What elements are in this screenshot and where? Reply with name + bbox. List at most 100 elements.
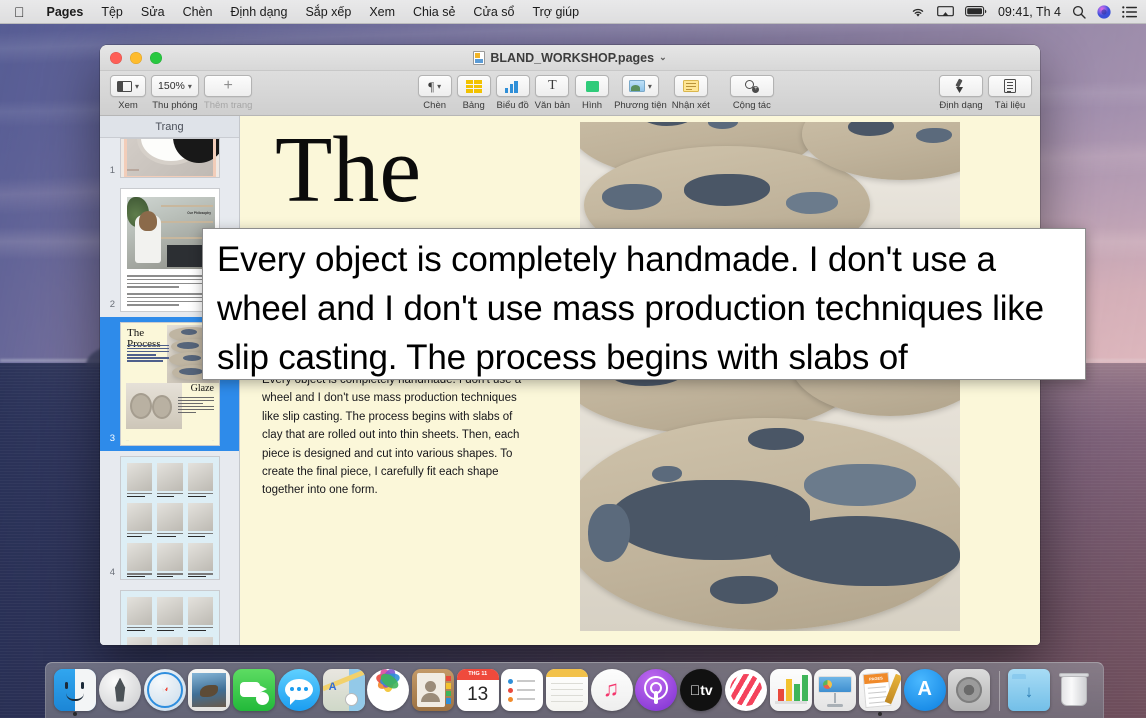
document-page[interactable]: The <box>240 116 1040 645</box>
table-icon <box>466 80 482 93</box>
dock-item-finder[interactable] <box>54 665 97 717</box>
menu-item-sua[interactable]: Sửa <box>132 0 174 24</box>
document-title[interactable]: BLAND_WORKSHOP.pages ⌄ <box>100 51 1040 65</box>
comment-button[interactable]: Nhận xét <box>672 75 710 111</box>
text-button[interactable]: T Văn bản <box>535 75 570 111</box>
trash-icon <box>1053 669 1095 711</box>
document-heading[interactable]: The <box>275 122 421 218</box>
dock-item-podcasts[interactable] <box>635 665 678 717</box>
dock-item-keynote[interactable] <box>814 665 857 717</box>
document-button[interactable]: Tài liệu <box>988 75 1032 111</box>
menu-item-tro-giup[interactable]: Trợ giúp <box>523 0 588 24</box>
mail-icon <box>188 669 230 711</box>
contacts-icon <box>412 669 454 711</box>
dock-item-mail[interactable] <box>188 665 231 717</box>
text-icon: T <box>548 79 557 93</box>
add-page-button[interactable]: + Thêm trang <box>204 75 253 111</box>
appstore-icon: A <box>904 669 946 711</box>
chevron-down-icon[interactable]: ⌄ <box>659 52 667 63</box>
chevron-down-icon: ▾ <box>188 82 192 91</box>
dock-item-reminders[interactable] <box>501 665 544 717</box>
menu-item-xem[interactable]: Xem <box>360 0 404 24</box>
collaborate-icon: + <box>744 79 759 93</box>
page-thumbnail-4[interactable]: 4 ····· <box>100 451 239 585</box>
search-icon[interactable] <box>1072 5 1086 19</box>
collaborate-button[interactable]: + Cộng tác <box>730 75 774 111</box>
window-body: Trang 1 2 Our Philosophy <box>100 116 1040 645</box>
insert-button[interactable]: ¶▾ Chèn <box>418 75 452 111</box>
dock-item-system-preferences[interactable] <box>948 665 991 717</box>
document-image-top[interactable] <box>580 122 960 234</box>
page-thumbnails-sidebar: Trang 1 2 Our Philosophy <box>100 116 240 645</box>
zoom-control[interactable]: 150%▾ Thu phóng <box>151 75 199 111</box>
dock-item-messages[interactable] <box>278 665 321 717</box>
menu-item-tep[interactable]: Tệp <box>92 0 132 24</box>
view-icon <box>117 81 132 92</box>
comment-icon <box>683 80 699 92</box>
messages-icon <box>278 669 320 711</box>
chart-label: Biểu đồ <box>497 100 529 111</box>
menu-item-cua-so[interactable]: Cửa sổ <box>464 0 523 24</box>
document-image-bottom[interactable] <box>580 376 960 631</box>
zoom-text-overlay-panel[interactable]: Every object is completely handmade. I d… <box>202 228 1086 380</box>
menu-bar-clock[interactable]: 09:41, Th 4 <box>998 5 1061 19</box>
page-thumbnail-list[interactable]: 1 2 Our Philosophy ··· <box>100 138 239 645</box>
wifi-icon[interactable] <box>910 6 926 18</box>
dock-item-music[interactable]: ♫ <box>590 665 633 717</box>
dock-item-maps[interactable]: A <box>322 665 365 717</box>
menu-item-chen[interactable]: Chèn <box>174 0 222 24</box>
menu-item-dinh-dang[interactable]: Định dạng <box>221 0 296 24</box>
dock-item-photos[interactable] <box>367 665 410 717</box>
media-label: Phương tiện <box>614 100 667 111</box>
window-toolbar: ▾ Xem 150%▾ Thu phóng + Thêm trang ¶▾ Ch… <box>100 71 1040 116</box>
dock-item-facetime[interactable] <box>233 665 276 717</box>
menu-bar:  Pages Tệp Sửa Chèn Định dạng Sắp xếp X… <box>0 0 1146 24</box>
document-canvas[interactable]: The <box>240 116 1040 645</box>
battery-icon[interactable] <box>965 6 987 17</box>
running-indicator <box>878 712 882 716</box>
news-icon <box>725 669 767 711</box>
dock-item-downloads[interactable]: ↓ <box>1008 665 1051 717</box>
page-thumbnail-5[interactable]: 5 <box>100 585 239 645</box>
menu-item-sap-xep[interactable]: Sắp xếp <box>296 0 360 24</box>
facetime-icon <box>233 669 275 711</box>
dock-item-calendar[interactable]: THG 11 13 <box>456 665 499 717</box>
zoom-overlay-text: Every object is completely handmade. I d… <box>217 235 1071 380</box>
running-indicator <box>73 712 77 716</box>
format-button[interactable]: Định dạng <box>939 75 983 111</box>
dock-item-notes[interactable] <box>546 665 589 717</box>
toolbar-right-group: Định dạng Tài liệu <box>939 75 1032 111</box>
page-thumbnail-image: ····· <box>120 456 220 580</box>
appletv-glyph: tv <box>700 682 712 698</box>
siri-icon[interactable] <box>1097 5 1111 19</box>
media-icon <box>629 80 645 92</box>
media-button[interactable]: ▾ Phương tiện <box>614 75 667 111</box>
page-number: 2 <box>100 299 120 312</box>
page-number: 3 <box>100 433 120 446</box>
dock-item-appstore[interactable]: A <box>903 665 946 717</box>
dock-item-pages[interactable]: PAGES <box>859 665 902 717</box>
page-thumbnail-1[interactable]: 1 <box>100 138 239 183</box>
gear-icon <box>948 669 990 711</box>
view-button[interactable]: ▾ Xem <box>110 75 146 111</box>
document-body-text[interactable]: Every object is completely handmade. I d… <box>262 371 532 500</box>
music-icon: ♫ <box>591 669 633 711</box>
dock-item-appletv[interactable]: tv <box>680 665 723 717</box>
shape-button[interactable]: Hình <box>575 75 609 111</box>
apple-logo-icon[interactable]:  <box>0 5 38 19</box>
menu-bar-status-area: 09:41, Th 4 <box>910 5 1146 19</box>
menu-item-pages[interactable]: Pages <box>38 0 93 24</box>
dock-item-safari[interactable] <box>143 665 186 717</box>
dock-item-news[interactable] <box>725 665 768 717</box>
control-center-icon[interactable] <box>1122 6 1137 18</box>
airplay-icon[interactable] <box>937 6 954 18</box>
table-button[interactable]: Bảng <box>457 75 491 111</box>
dock-item-launchpad[interactable] <box>99 665 142 717</box>
add-page-label: Thêm trang <box>204 100 253 111</box>
pages-icon-label: PAGES <box>864 673 889 684</box>
dock-item-contacts[interactable] <box>412 665 455 717</box>
menu-item-chia-se[interactable]: Chia sẻ <box>404 0 464 24</box>
dock-item-trash[interactable] <box>1052 665 1095 717</box>
dock-item-numbers[interactable] <box>769 665 812 717</box>
chart-button[interactable]: Biểu đồ <box>496 75 530 111</box>
